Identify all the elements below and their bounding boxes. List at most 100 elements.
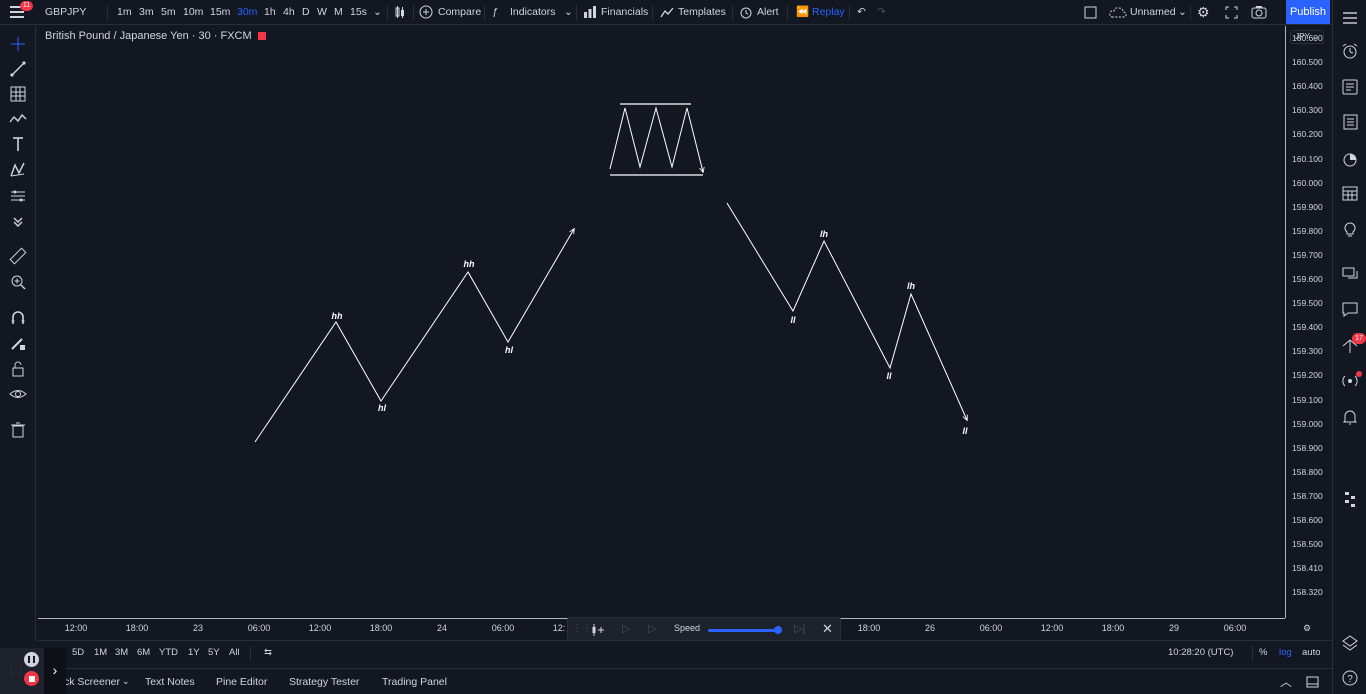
gear-icon[interactable]: ⚙	[1197, 0, 1210, 25]
range-1m[interactable]: 1M	[94, 647, 107, 658]
goto-date-icon[interactable]: ⇆	[264, 647, 272, 658]
step-forward-icon[interactable]: ▷	[648, 622, 656, 635]
select-bar-icon[interactable]	[590, 622, 606, 638]
interval-d[interactable]: D	[302, 0, 310, 25]
tab-trading-panel[interactable]: Trading Panel	[382, 676, 447, 688]
pencil-lock-icon[interactable]	[8, 333, 28, 353]
financials-icon[interactable]	[583, 5, 597, 19]
cloud-icon[interactable]	[1109, 6, 1127, 19]
eye-icon[interactable]	[8, 384, 28, 404]
templates-icon[interactable]	[660, 5, 674, 19]
layers-icon[interactable]	[1340, 633, 1360, 653]
chevron-double-down-icon[interactable]	[8, 212, 28, 232]
interval-15m[interactable]: 15m	[210, 0, 230, 25]
lock-icon[interactable]	[8, 359, 28, 379]
layout-name[interactable]: Unnamed	[1130, 0, 1176, 25]
news-icon[interactable]	[1340, 112, 1360, 132]
text-icon[interactable]	[8, 134, 28, 154]
tab-stock-screener[interactable]: ck Screener	[64, 676, 120, 688]
crosshair-icon[interactable]	[8, 34, 28, 54]
candles-icon[interactable]	[393, 5, 407, 19]
interval-1m[interactable]: 1m	[117, 0, 132, 25]
chevron-down-icon[interactable]: ⌄	[373, 0, 382, 25]
speed-slider-handle[interactable]	[774, 626, 782, 634]
trash-icon[interactable]	[8, 420, 28, 440]
clock[interactable]: 10:28:20 (UTC)	[1168, 647, 1233, 658]
currency-selector[interactable]: JPY ⌄	[1290, 30, 1324, 44]
fullscreen-icon[interactable]	[1225, 6, 1238, 19]
publish-button[interactable]: Publish	[1286, 0, 1330, 24]
symbol-search[interactable]: GBPJPY	[45, 0, 86, 25]
magnet-icon[interactable]	[8, 308, 28, 328]
chevron-down-icon[interactable]: ⌄	[122, 676, 130, 687]
financials-button[interactable]: Financials	[601, 0, 648, 25]
chevron-down-icon[interactable]: ⌄	[1178, 0, 1187, 25]
jump-to-realtime-icon[interactable]: ▷|	[794, 622, 805, 635]
chat-icon[interactable]	[1340, 264, 1360, 284]
downtrend-zigzag[interactable]	[726, 202, 967, 420]
tab-strategy-tester[interactable]: Strategy Tester	[289, 676, 359, 688]
camera-icon[interactable]	[1251, 5, 1267, 19]
chevron-right-icon[interactable]: ›	[44, 648, 66, 694]
log-toggle[interactable]: log	[1279, 647, 1292, 658]
interval-5m[interactable]: 5m	[161, 0, 176, 25]
interval-15s[interactable]: 15s	[350, 0, 367, 25]
ruler-icon[interactable]	[8, 246, 28, 266]
chart-canvas[interactable]: hh hl hh hl lh ll lh ll ll	[38, 26, 1284, 618]
interval-30m[interactable]: 30m	[237, 0, 257, 25]
price-scale[interactable]: 160.600 160.500 160.400 160.300 160.200 160.1…	[1285, 26, 1331, 618]
watchlist-icon[interactable]	[1340, 8, 1360, 28]
speed-slider[interactable]	[708, 629, 778, 632]
templates-button[interactable]: Templates	[678, 0, 726, 25]
fullscreen-rect-icon[interactable]	[1084, 6, 1097, 19]
help-icon[interactable]: ?	[1340, 668, 1360, 688]
tab-pine-editor[interactable]: Pine Editor	[216, 676, 267, 688]
pattern-icon[interactable]	[8, 160, 28, 180]
interval-m[interactable]: M	[334, 0, 343, 25]
range-5d[interactable]: 5D	[72, 647, 84, 658]
range-5y[interactable]: 5Y	[208, 647, 220, 658]
prediction-icon[interactable]	[8, 186, 28, 206]
drag-handle-icon[interactable]: ⋮⋮	[6, 664, 26, 675]
alert-button[interactable]: Alert	[757, 0, 779, 25]
indicators-icon[interactable]: ƒ	[492, 0, 498, 25]
interval-1h[interactable]: 1h	[264, 0, 276, 25]
close-icon[interactable]: ✕	[822, 621, 833, 637]
indicators-button[interactable]: Indicators	[510, 0, 556, 25]
stop-record-icon[interactable]	[24, 671, 39, 686]
range-ytd[interactable]: YTD	[159, 647, 178, 658]
interval-3m[interactable]: 3m	[139, 0, 154, 25]
interval-w[interactable]: W	[317, 0, 327, 25]
range-3m[interactable]: 3M	[115, 647, 128, 658]
chevron-up-icon[interactable]: ︿	[1280, 673, 1292, 690]
fib-grid-icon[interactable]	[8, 84, 28, 104]
data-window-icon[interactable]	[1340, 77, 1360, 97]
calendar-icon[interactable]	[1340, 183, 1360, 203]
ideas-lightbulb-icon[interactable]	[1340, 219, 1360, 239]
zoom-in-icon[interactable]	[8, 272, 28, 292]
axis-settings-icon[interactable]: ⚙	[1303, 623, 1311, 634]
range-zigzag[interactable]	[609, 106, 703, 172]
percent-toggle[interactable]: %	[1259, 647, 1267, 658]
brush-icon[interactable]	[8, 109, 28, 129]
range-1y[interactable]: 1Y	[188, 647, 200, 658]
chevron-down-icon[interactable]: ⌄	[564, 0, 573, 25]
replay-icon[interactable]: ⏪	[796, 0, 809, 25]
tab-text-notes[interactable]: Text Notes	[145, 676, 195, 688]
range-all[interactable]: All	[229, 647, 240, 658]
redo-icon[interactable]: ↷	[877, 0, 886, 25]
pause-icon[interactable]	[24, 652, 39, 667]
replay-button[interactable]: Replay	[812, 0, 845, 25]
uptrend-zigzag[interactable]	[254, 229, 574, 443]
hotlist-icon[interactable]	[1340, 149, 1360, 169]
auto-toggle[interactable]: auto	[1302, 647, 1321, 658]
drag-handle-icon[interactable]: ⋮⋮	[572, 623, 592, 634]
interval-10m[interactable]: 10m	[183, 0, 203, 25]
compare-button[interactable]: Compare	[438, 0, 481, 25]
alarm-clock-icon[interactable]	[1340, 41, 1360, 61]
maximize-panel-icon[interactable]	[1306, 676, 1319, 688]
plus-circle-icon[interactable]	[419, 5, 433, 19]
undo-icon[interactable]: ↶	[857, 0, 866, 25]
trend-line-icon[interactable]	[8, 59, 28, 79]
play-icon[interactable]: ▷	[622, 622, 630, 635]
